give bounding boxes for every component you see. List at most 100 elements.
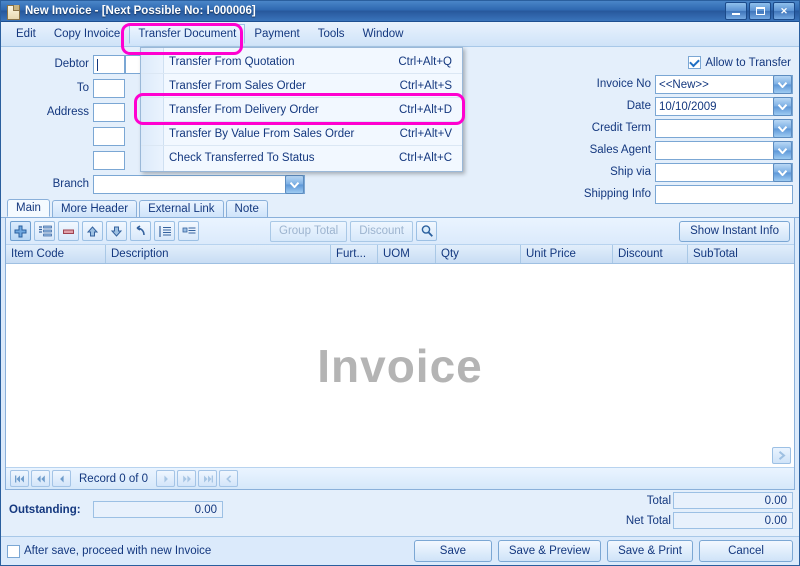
shipping-info-input[interactable] [655, 185, 793, 204]
undo-icon[interactable] [130, 221, 151, 241]
address-label: Address [46, 106, 89, 118]
record-navigator: Record 0 of 0 [6, 467, 794, 489]
tab-external-link[interactable]: External Link [139, 200, 224, 217]
menu-item-shortcut: Ctrl+Alt+S [399, 79, 452, 92]
invoice-no-combo[interactable]: <<New>> [655, 75, 793, 94]
menu-item-transfer-by-value-from-sales-order[interactable]: Transfer By Value From Sales Order Ctrl+… [141, 122, 462, 146]
next-page-icon[interactable] [177, 470, 197, 487]
address-line-1-input[interactable] [93, 103, 125, 122]
branch-combo[interactable] [93, 175, 305, 194]
maximize-button[interactable] [749, 2, 771, 20]
prev-page-icon[interactable] [31, 470, 50, 487]
chevron-right-icon[interactable] [772, 447, 791, 464]
show-instant-info-button[interactable]: Show Instant Info [679, 220, 790, 242]
grid-column-item-code[interactable]: Item Code [6, 245, 106, 263]
menu-item-transfer-from-quotation[interactable]: Transfer From Quotation Ctrl+Alt+Q [141, 50, 462, 74]
move-up-icon[interactable] [82, 221, 103, 241]
menu-item-shortcut: Ctrl+Alt+C [398, 151, 452, 164]
move-down-icon[interactable] [106, 221, 127, 241]
net-total-value: 0.00 [673, 512, 793, 529]
window-controls: ✕ [725, 2, 797, 20]
chevron-down-icon[interactable] [773, 141, 792, 160]
menu-tools[interactable]: Tools [309, 24, 354, 44]
tab-note[interactable]: Note [225, 200, 268, 217]
next-record-icon[interactable] [156, 470, 176, 487]
indent-icon[interactable] [154, 221, 175, 241]
add-row-icon[interactable] [10, 221, 31, 241]
window-title-main: New Invoice - [25, 5, 102, 17]
tab-main[interactable]: Main [7, 199, 50, 217]
branch-label: Branch [52, 178, 89, 190]
delete-row-icon[interactable] [58, 221, 79, 241]
outstanding-label: Outstanding: [9, 504, 81, 516]
tab-more-header[interactable]: More Header [51, 200, 138, 217]
invoice-window: New Invoice - [Next Possible No: I-00000… [0, 0, 800, 566]
menu-payment[interactable]: Payment [245, 24, 308, 44]
menu-item-transfer-from-delivery-order[interactable]: Transfer From Delivery Order Ctrl+Alt+D [141, 98, 462, 122]
group-total-button[interactable]: Group Total [270, 220, 348, 242]
credit-term-combo[interactable] [655, 119, 793, 138]
debtor-input[interactable] [93, 55, 125, 74]
date-value: 10/10/2009 [659, 100, 717, 113]
menu-item-label: Transfer From Delivery Order [169, 103, 319, 116]
allow-to-transfer-label: Allow to Transfer [705, 56, 791, 69]
save-and-print-button[interactable]: Save & Print [607, 540, 693, 562]
menu-item-label: Transfer From Sales Order [169, 79, 306, 92]
record-count-label: Record 0 of 0 [79, 472, 149, 485]
cancel-button[interactable]: Cancel [699, 540, 793, 562]
menu-edit[interactable]: Edit [7, 24, 45, 44]
grid-column-discount[interactable]: Discount [613, 245, 688, 263]
footer-buttons: Save Save & Preview Save & Print Cancel [408, 540, 793, 562]
invoice-no-value: <<New>> [659, 78, 709, 91]
address-line-2-input[interactable] [93, 127, 125, 146]
discount-button[interactable]: Discount [350, 220, 413, 242]
menu-item-label: Check Transferred To Status [169, 151, 315, 164]
chevron-down-icon[interactable] [773, 75, 792, 94]
totals-area: Total 0.00 Net Total 0.00 Outstanding: 0… [1, 490, 799, 536]
close-button[interactable]: ✕ [773, 2, 795, 20]
chevron-down-icon[interactable] [285, 175, 304, 194]
date-combo[interactable]: 10/10/2009 [655, 97, 793, 116]
to-input[interactable] [93, 79, 125, 98]
allow-to-transfer-checkbox[interactable]: Allow to Transfer [688, 56, 791, 69]
menu-window[interactable]: Window [354, 24, 413, 44]
detail-icon[interactable] [178, 221, 199, 241]
magnifier-icon[interactable] [416, 221, 437, 241]
after-save-checkbox[interactable]: After save, proceed with new Invoice [7, 544, 212, 558]
chevron-down-icon[interactable] [773, 97, 792, 116]
grid-header: Item Code Description Furt... UOM Qty Un… [6, 245, 794, 264]
menu-item-check-transferred-to-status[interactable]: Check Transferred To Status Ctrl+Alt+C [141, 146, 462, 169]
ship-via-combo[interactable] [655, 163, 793, 182]
grid-column-description[interactable]: Description [106, 245, 331, 263]
save-button[interactable]: Save [413, 540, 492, 562]
shipping-info-label: Shipping Info [583, 188, 651, 200]
after-save-label: After save, proceed with new Invoice [24, 545, 212, 557]
first-record-icon[interactable] [10, 470, 29, 487]
last-record-icon[interactable] [198, 470, 218, 487]
grid-column-uom[interactable]: UOM [378, 245, 436, 263]
menu-item-transfer-from-sales-order[interactable]: Transfer From Sales Order Ctrl+Alt+S [141, 74, 462, 98]
grid-column-further[interactable]: Furt... [331, 245, 378, 263]
minimize-button[interactable] [725, 2, 747, 20]
grid-column-unit-price[interactable]: Unit Price [521, 245, 613, 263]
after-save-checkbox-box [7, 544, 20, 558]
back-chevron-icon[interactable] [219, 470, 239, 487]
date-label: Date [626, 100, 651, 112]
title-bar: New Invoice - [Next Possible No: I-00000… [1, 1, 799, 22]
grid-column-qty[interactable]: Qty [436, 245, 521, 263]
menu-copy-invoice[interactable]: Copy Invoice [45, 24, 129, 44]
save-and-preview-button[interactable]: Save & Preview [497, 540, 602, 562]
ship-via-label: Ship via [610, 166, 651, 178]
chevron-down-icon[interactable] [773, 119, 792, 138]
prev-record-icon[interactable] [52, 470, 71, 487]
invoice-no-label: Invoice No [596, 78, 651, 90]
menu-transfer-document[interactable]: Transfer Document [129, 24, 246, 44]
transfer-document-menu: Transfer From Quotation Ctrl+Alt+Q Trans… [140, 47, 463, 172]
window-title-suffix: [Next Possible No: I-000006] [101, 5, 256, 17]
chevron-down-icon[interactable] [773, 163, 792, 182]
sales-agent-combo[interactable] [655, 141, 793, 160]
grid-body[interactable]: Invoice [6, 264, 794, 467]
insert-row-icon[interactable] [34, 221, 55, 241]
grid-column-subtotal[interactable]: SubTotal [688, 245, 794, 263]
address-line-3-input[interactable] [93, 151, 125, 170]
